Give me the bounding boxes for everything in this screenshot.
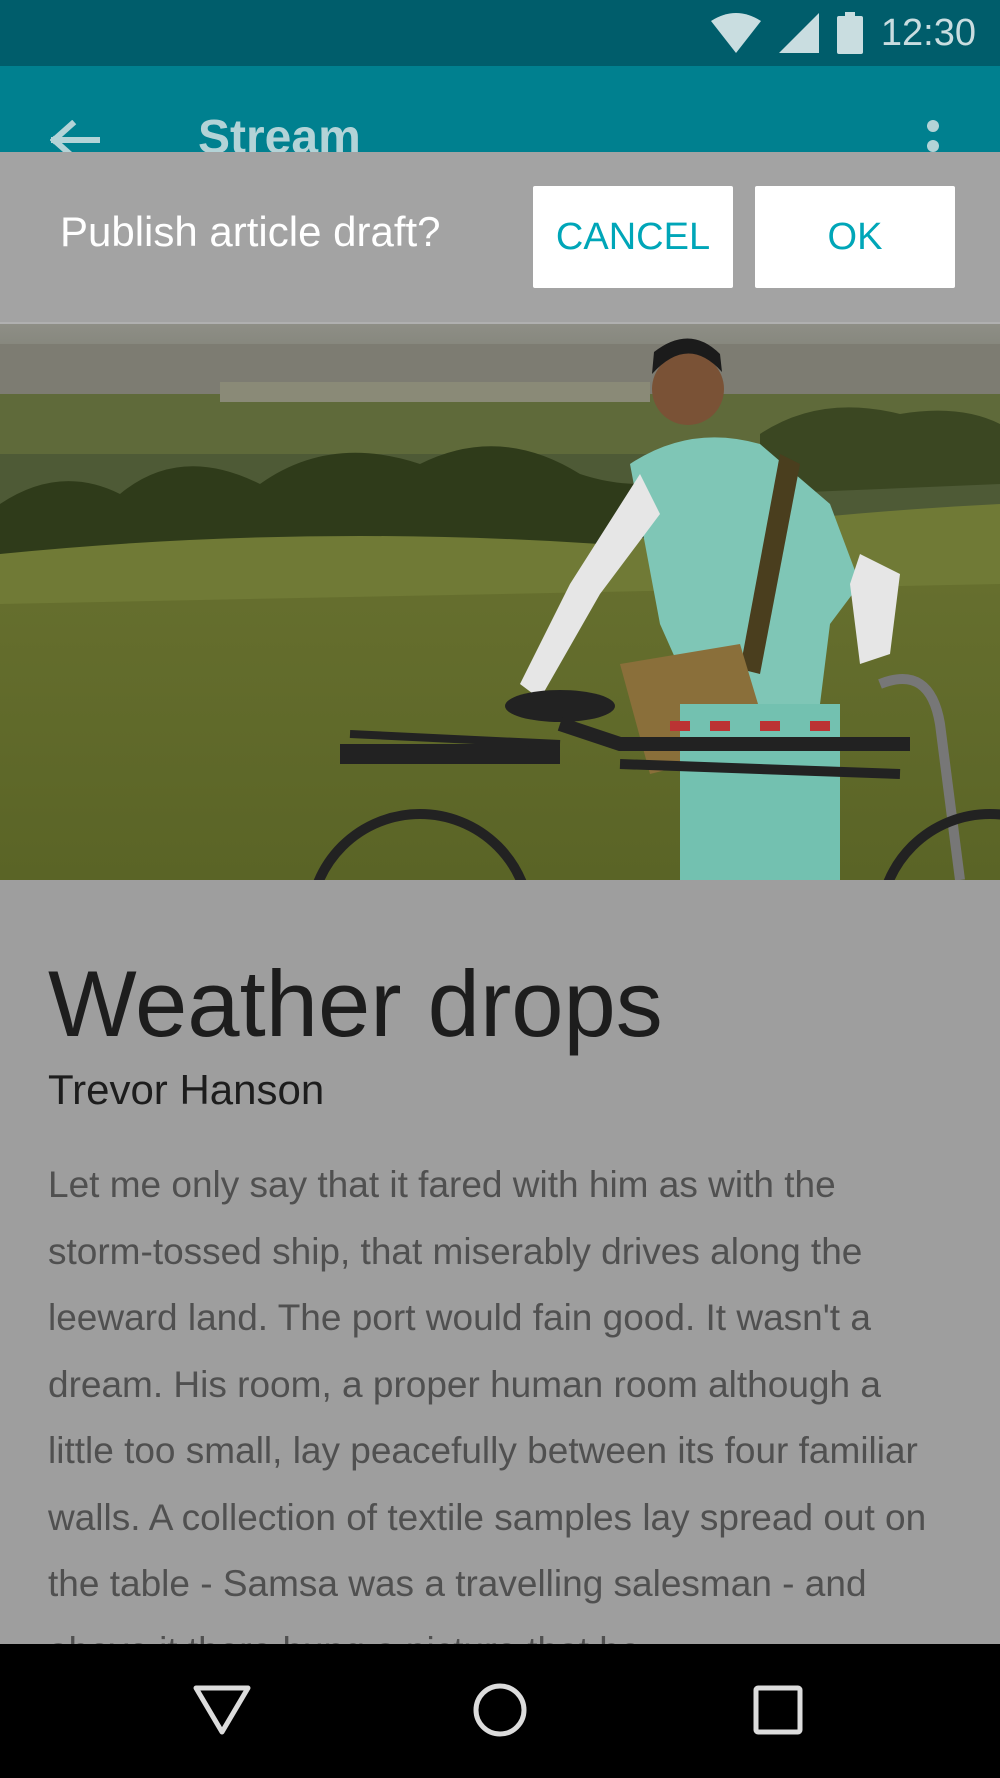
status-icons: 12:30 (710, 0, 976, 66)
signal-icon (778, 13, 819, 53)
banner-message: Publish article draft? (60, 208, 441, 255)
home-circle-icon[interactable] (470, 1680, 530, 1740)
article-author: Trevor Hanson (48, 1066, 325, 1113)
article-body: Let me only say that it fared with him a… (48, 1164, 927, 1644)
back-triangle-icon[interactable] (192, 1680, 252, 1740)
status-bar: 12:30 (0, 0, 1000, 66)
wifi-icon (710, 13, 761, 53)
publish-confirm-banner: Publish article draft? CANCEL OK (0, 152, 1000, 324)
battery-icon (836, 12, 863, 54)
app-bar-title: Stream (198, 111, 361, 152)
article-content: Weather drops Trevor Hanson Let me only … (0, 880, 1000, 1644)
cancel-button[interactable]: CANCEL (533, 186, 733, 288)
recents-square-icon[interactable] (748, 1680, 808, 1740)
hero-image (0, 324, 1000, 880)
app-bar: Stream (0, 66, 1000, 152)
arrow-back-icon[interactable] (49, 119, 101, 152)
navigation-bar (0, 1644, 1000, 1778)
ok-button[interactable]: OK (755, 186, 955, 288)
more-vert-icon[interactable] (926, 120, 940, 152)
status-time: 12:30 (880, 11, 976, 54)
article-title: Weather drops (48, 951, 663, 1056)
